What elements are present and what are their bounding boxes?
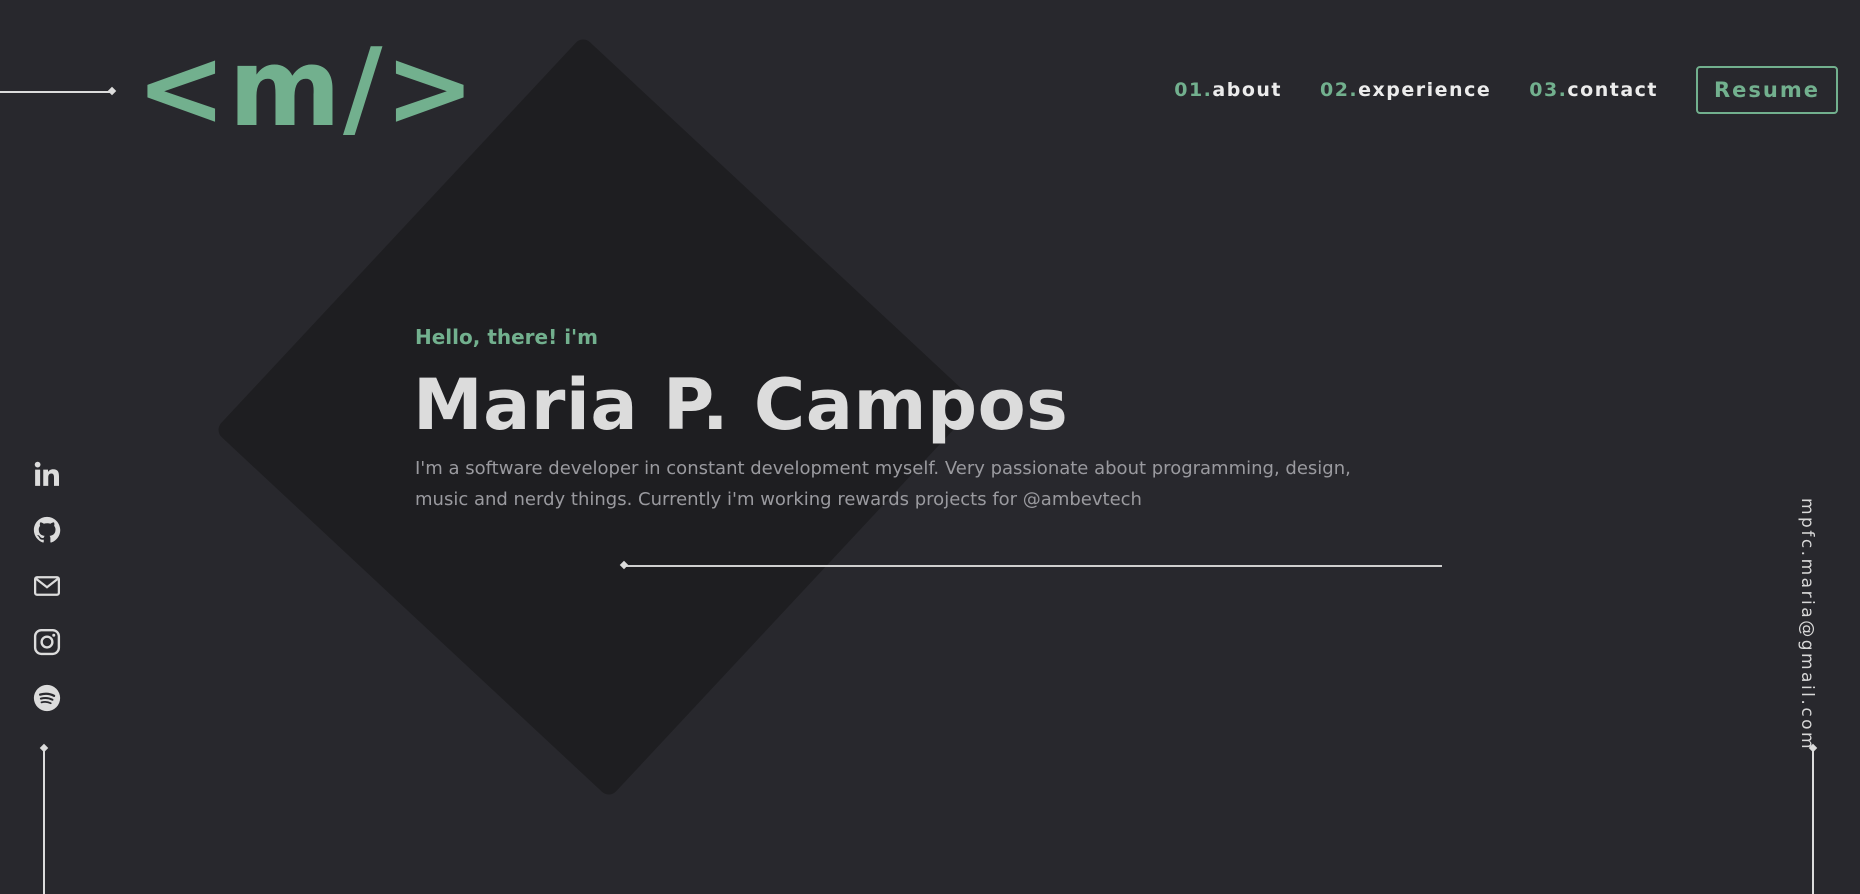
instagram-link[interactable] xyxy=(29,624,65,660)
nav-item-number: 03. xyxy=(1529,79,1568,101)
nav-item-experience[interactable]: 02.experience xyxy=(1320,79,1491,101)
hero-bio: I'm a software developer in constant dev… xyxy=(415,458,1351,510)
email-link[interactable] xyxy=(29,568,65,604)
instagram-icon xyxy=(33,628,61,656)
github-icon xyxy=(33,516,61,543)
hero-decorative-line xyxy=(624,565,1442,567)
mail-icon xyxy=(34,576,60,596)
logo-line-dot xyxy=(107,86,117,96)
nav-item-about[interactable]: 01.about xyxy=(1174,79,1282,101)
social-links xyxy=(29,456,65,736)
github-link[interactable] xyxy=(29,512,65,548)
nav-item-number: 02. xyxy=(1319,79,1359,101)
hero-name: Maria P. Campos xyxy=(413,364,1069,446)
nav-item-label: contact xyxy=(1567,79,1658,101)
main-nav: 01.about 02.experience 03.contact Resume xyxy=(1174,66,1838,114)
resume-button[interactable]: Resume xyxy=(1696,66,1838,114)
linkedin-icon xyxy=(34,461,59,486)
hero-greeting: Hello, there! i'm xyxy=(415,325,599,349)
nav-item-contact[interactable]: 03.contact xyxy=(1529,79,1658,101)
right-vertical-line xyxy=(1812,749,1814,894)
logo-decorative-line xyxy=(0,91,112,93)
left-vertical-line xyxy=(43,749,45,894)
linkedin-link[interactable] xyxy=(29,456,65,492)
nav-item-number: 01. xyxy=(1174,79,1213,101)
spotify-icon xyxy=(33,684,61,712)
site-logo[interactable]: <m/> xyxy=(136,14,477,164)
nav-item-label: about xyxy=(1212,79,1282,101)
email-link-vertical[interactable]: mpfc.maria@gmail.com xyxy=(1797,498,1817,751)
nav-item-label: experience xyxy=(1358,79,1492,101)
spotify-link[interactable] xyxy=(29,680,65,716)
